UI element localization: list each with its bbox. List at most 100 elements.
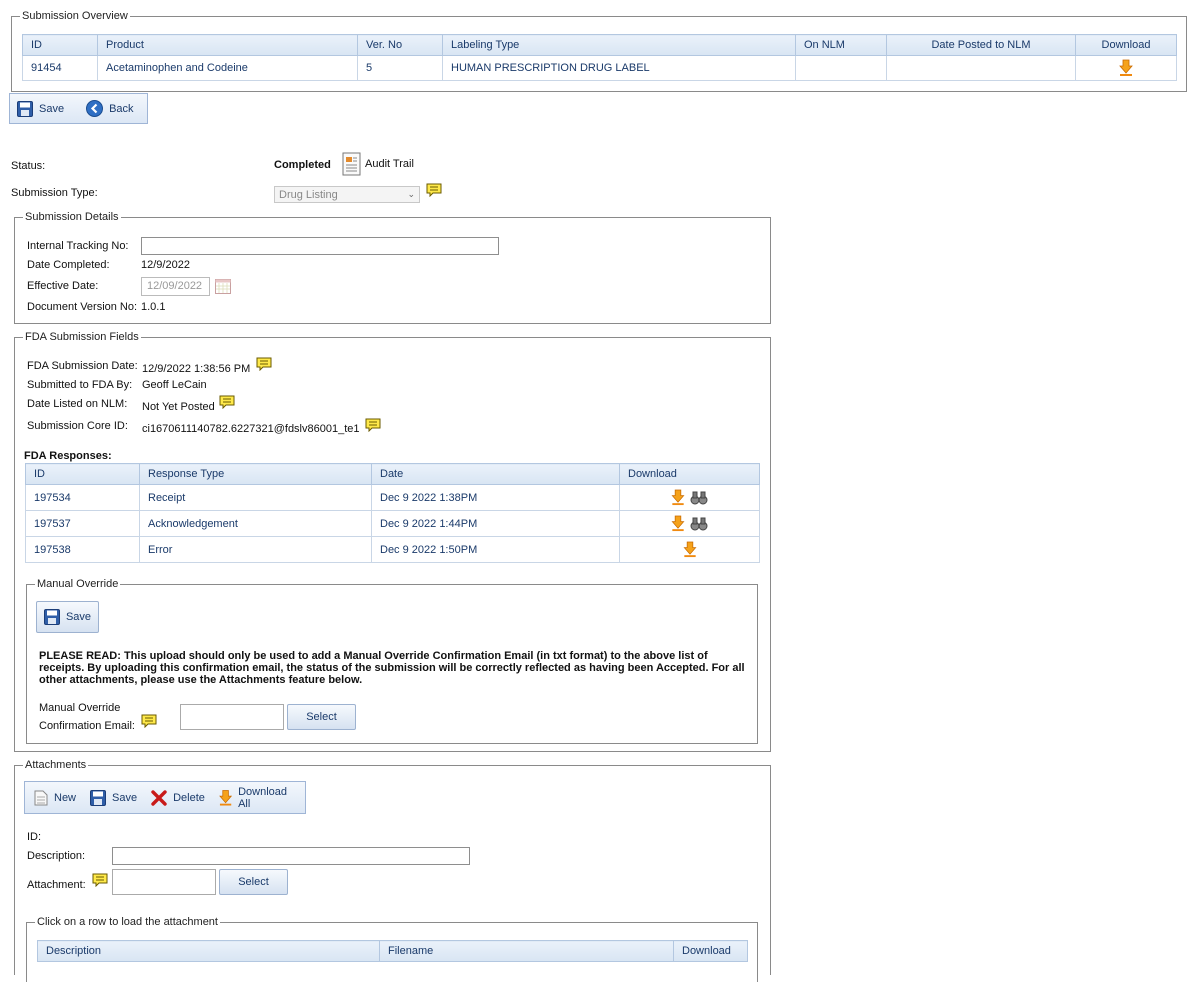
confirmation-email-label-line1: Manual Override xyxy=(39,702,121,714)
col-header-response-type: Response Type xyxy=(139,463,372,485)
table-row[interactable]: 91454 Acetaminophen and Codeine 5 HUMAN … xyxy=(22,55,1177,81)
col-header-id: ID xyxy=(22,34,98,56)
submission-overview-legend: Submission Overview xyxy=(20,9,130,23)
attachment-file-input[interactable] xyxy=(112,869,216,895)
top-toolbar: Save Back xyxy=(9,93,148,124)
attachment-select-button[interactable]: Select xyxy=(219,869,288,895)
response-download-cell xyxy=(619,484,760,511)
overview-product: Acetaminophen and Codeine xyxy=(97,55,358,81)
response-date: Dec 9 2022 1:38PM xyxy=(371,484,620,511)
submitted-by-label: Submitted to FDA By: xyxy=(27,379,133,391)
submission-type-value: Drug Listing xyxy=(279,188,338,201)
delete-x-icon xyxy=(151,789,167,806)
calendar-icon[interactable] xyxy=(215,279,231,294)
overview-id: 91454 xyxy=(22,55,98,81)
col-header-download: Download xyxy=(619,463,760,485)
effective-date-label: Effective Date: xyxy=(27,280,99,292)
core-id-label: Submission Core ID: xyxy=(27,420,128,432)
overview-header-row: ID Product Ver. No Labeling Type On NLM … xyxy=(22,34,1177,56)
effective-date-input[interactable]: 12/09/2022 xyxy=(141,277,210,296)
fda-submission-fields-legend: FDA Submission Fields xyxy=(23,330,141,344)
attachment-id-label: ID: xyxy=(27,831,42,843)
binoculars-icon[interactable] xyxy=(690,490,708,506)
confirmation-email-select-button[interactable]: Select xyxy=(287,704,356,730)
col-header-ver: Ver. No xyxy=(357,34,443,56)
download-all-button[interactable]: Download All xyxy=(212,782,305,813)
new-document-icon xyxy=(34,790,48,805)
response-date: Dec 9 2022 1:44PM xyxy=(371,510,620,537)
col-header-download: Download xyxy=(1075,34,1177,56)
date-completed-label: Date Completed: xyxy=(27,259,110,271)
overview-date-posted xyxy=(886,55,1076,81)
audit-trail-label: Audit Trail xyxy=(365,158,414,170)
col-header-description: Description xyxy=(37,940,380,962)
attachment-description-input[interactable] xyxy=(112,847,470,865)
col-header-date: Date xyxy=(371,463,620,485)
col-header-product: Product xyxy=(97,34,358,56)
confirmation-email-label-line2: Confirmation Email: xyxy=(39,720,135,732)
note-icon[interactable] xyxy=(141,714,157,728)
document-version-label: Document Version No: xyxy=(27,301,138,313)
table-row[interactable]: 197538 Error Dec 9 2022 1:50PM xyxy=(25,536,760,563)
back-button[interactable]: Back xyxy=(79,94,140,123)
fda-responses-title: FDA Responses: xyxy=(24,450,112,462)
nlm-date-value: Not Yet Posted xyxy=(142,401,215,413)
attachment-list-table: Description Filename Download xyxy=(37,940,748,962)
tracking-no-input[interactable] xyxy=(141,237,499,255)
fda-submission-date-label: FDA Submission Date: xyxy=(27,360,138,372)
manual-override-save-button[interactable]: Save xyxy=(36,601,99,633)
attachments-legend: Attachments xyxy=(23,758,89,772)
download-icon[interactable] xyxy=(671,515,685,532)
overview-on-nlm xyxy=(795,55,887,81)
effective-date-value: 12/09/2022 xyxy=(147,280,203,292)
download-icon[interactable] xyxy=(671,489,685,506)
manual-override-save-label: Save xyxy=(65,611,92,623)
response-id: 197534 xyxy=(25,484,140,511)
confirmation-email-file-input[interactable] xyxy=(180,704,284,730)
attachment-list-legend: Click on a row to load the attachment xyxy=(35,915,220,929)
note-icon[interactable] xyxy=(256,357,272,371)
table-row[interactable]: 197537 Acknowledgement Dec 9 2022 1:44PM xyxy=(25,510,760,537)
date-completed-value: 12/9/2022 xyxy=(141,259,190,271)
col-header-filename: Filename xyxy=(379,940,674,962)
new-button[interactable]: New xyxy=(27,782,83,813)
save-label: Save xyxy=(112,791,138,804)
save-button[interactable]: Save xyxy=(83,782,144,813)
delete-button[interactable]: Delete xyxy=(144,782,212,813)
tracking-no-label: Internal Tracking No: xyxy=(27,240,129,252)
back-arrow-icon xyxy=(86,100,104,117)
submission-type-select[interactable]: Drug Listing ⌄ xyxy=(274,186,420,203)
response-download-cell xyxy=(619,510,760,537)
table-row[interactable]: 197534 Receipt Dec 9 2022 1:38PM xyxy=(25,484,760,511)
status-value: Completed xyxy=(274,159,331,171)
core-id-value: ci1670611140782.6227321@fdslv86001_te1 xyxy=(142,423,360,435)
note-icon[interactable] xyxy=(426,183,442,197)
overview-download-cell xyxy=(1075,55,1177,81)
fda-submission-date-value: 12/9/2022 1:38:56 PM xyxy=(142,363,251,375)
download-icon xyxy=(219,789,232,806)
note-icon[interactable] xyxy=(365,418,381,432)
attachment-file-label: Attachment: xyxy=(27,879,86,891)
download-icon[interactable] xyxy=(683,541,697,558)
submission-type-label: Submission Type: xyxy=(11,187,98,199)
binoculars-icon[interactable] xyxy=(690,516,708,532)
col-header-download: Download xyxy=(673,940,748,962)
document-icon xyxy=(342,152,361,176)
audit-trail-link[interactable]: Audit Trail xyxy=(342,152,414,176)
floppy-disk-icon xyxy=(90,789,107,806)
floppy-disk-icon xyxy=(17,100,33,117)
col-header-id: ID xyxy=(25,463,140,485)
response-type: Receipt xyxy=(139,484,372,511)
note-icon[interactable] xyxy=(219,395,235,409)
responses-header-row: ID Response Type Date Download xyxy=(25,463,760,485)
response-date: Dec 9 2022 1:50PM xyxy=(371,536,620,563)
note-icon[interactable] xyxy=(92,873,108,887)
overview-ver: 5 xyxy=(357,55,443,81)
download-icon[interactable] xyxy=(1119,59,1133,77)
col-header-on-nlm: On NLM xyxy=(795,34,887,56)
floppy-disk-icon xyxy=(43,609,60,625)
attachment-list-header-row: Description Filename Download xyxy=(37,940,748,962)
save-button[interactable]: Save xyxy=(10,94,71,123)
nlm-date-label: Date Listed on NLM: xyxy=(27,398,128,410)
download-all-label: Download All xyxy=(238,785,287,810)
